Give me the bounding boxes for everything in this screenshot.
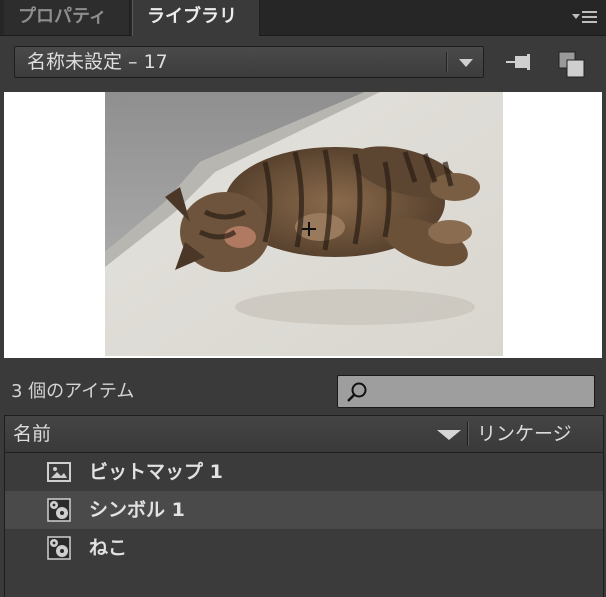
library-search[interactable] <box>337 375 595 408</box>
new-library-panel-button[interactable] <box>556 48 588 80</box>
item-count: 3 個のアイテム <box>11 381 135 402</box>
bitmap-icon <box>47 462 71 482</box>
list-item-label: ねこ <box>89 537 128 559</box>
library-item-list: 名前 リンケージ ビットマップ 1 シンボル 1 ねこ <box>4 415 604 597</box>
movie-clip-icon <box>47 498 71 522</box>
library-info-bar: 3 個のアイテム <box>0 360 606 414</box>
chevron-down-icon <box>459 59 473 67</box>
pin-icon <box>506 54 530 70</box>
list-item-label: シンボル 1 <box>89 499 185 521</box>
library-preview <box>4 92 602 358</box>
list-header: 名前 リンケージ <box>5 416 603 453</box>
tab-library[interactable]: ライブラリ <box>132 0 260 36</box>
list-item[interactable]: ねこ <box>5 529 603 567</box>
list-item-label: ビットマップ 1 <box>89 461 223 483</box>
search-input[interactable] <box>372 379 586 405</box>
column-header-linkage[interactable]: リンケージ <box>477 416 572 452</box>
tab-properties[interactable]: プロパティ <box>4 0 130 35</box>
pin-library-button[interactable] <box>505 46 535 78</box>
library-toolbar: 名称未設定 – 17 <box>0 36 606 89</box>
sort-toggle-icon[interactable] <box>437 430 461 440</box>
list-item[interactable]: シンボル 1 <box>5 491 603 529</box>
column-header-name[interactable]: 名前 <box>13 416 51 452</box>
search-icon <box>347 382 367 402</box>
list-item[interactable]: ビットマップ 1 <box>5 453 603 491</box>
registration-point-icon <box>302 222 316 236</box>
panel-tab-bar: プロパティ ライブラリ <box>0 0 606 36</box>
movie-clip-icon <box>47 536 71 560</box>
new-panel-icon <box>558 51 585 78</box>
document-select[interactable]: 名称未設定 – 17 <box>14 46 484 78</box>
panel-menu-icon[interactable] <box>572 9 598 25</box>
document-select-value: 名称未設定 – 17 <box>27 51 168 73</box>
